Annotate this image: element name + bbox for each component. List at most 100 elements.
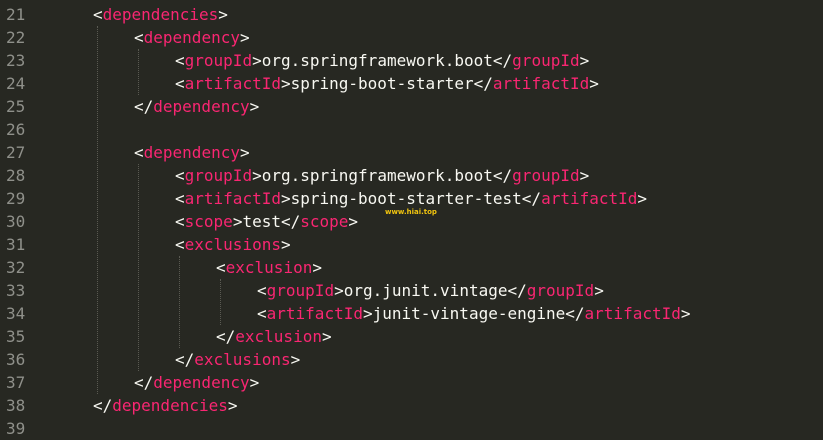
line-number: 25 [6,97,26,116]
xml-bracket: < [134,143,144,162]
line-number: 39 [6,419,26,438]
xml-bracket: > [362,304,373,323]
xml-bracket: > [252,166,262,185]
code-line: 36 </exclusions> [0,348,823,371]
watermark-text: www.hiai.top [385,208,437,216]
code-line: 22 <dependency> [0,26,823,49]
xml-bracket: </ [521,189,542,208]
xml-bracket: > [312,258,322,277]
xml-text-value: spring-boot-starter-test [290,189,522,208]
code-content: <exclusion> [216,256,322,279]
xml-tag-name: dependency [153,97,250,116]
xml-bracket: < [175,212,185,231]
line-number: 28 [6,166,26,185]
code-line: 38 </dependencies> [0,394,823,417]
code-line: 27 <dependency> [0,141,823,164]
xml-tag-name: artifactId [184,74,281,93]
indent-guide [138,164,139,371]
code-line: 35 </exclusion> [0,325,823,348]
code-content: <groupId>org.junit.vintage</groupId> [257,279,604,302]
xml-bracket: > [280,74,291,93]
xml-tag-name: exclusions [194,350,291,369]
xml-bracket: </ [565,304,585,323]
code-content: <artifactId>spring-boot-starter</artifac… [175,72,599,95]
xml-bracket: </ [492,51,513,70]
xml-tag-name: exclusion [235,327,322,346]
xml-bracket: > [321,327,332,346]
xml-bracket: > [594,281,604,300]
xml-bracket: > [280,235,291,254]
xml-bracket: > [227,396,238,415]
xml-tag-name: groupId [512,166,580,185]
xml-bracket: < [257,304,267,323]
xml-text-value: org.springframework.boot [261,51,493,70]
code-content: </dependency> [134,95,259,118]
line-number: 27 [6,143,26,162]
xml-tag-name: artifactId [492,74,590,93]
xml-bracket: > [637,189,648,208]
line-number: 30 [6,212,26,231]
code-line: 23 <groupId>org.springframework.boot</gro… [0,49,823,72]
xml-bracket: < [175,51,185,70]
code-content: <dependency> [134,141,250,164]
code-content: <artifactId>junit-vintage-engine</artifa… [257,302,691,325]
code-content: <groupId>org.springframework.boot</group… [175,164,589,187]
code-content: </dependency> [134,371,259,394]
code-content: <exclusions> [175,233,291,256]
indent-guide [179,256,180,348]
xml-tag-name: groupId [266,281,335,300]
xml-bracket: </ [473,74,493,93]
xml-tag-name: artifactId [584,304,681,323]
xml-bracket: < [175,74,185,93]
code-editor[interactable]: 21 <dependencies> 22 <dependency> 23 <groupId… [0,0,823,438]
xml-bracket: > [348,212,359,231]
xml-bracket: < [216,258,226,277]
line-number: 35 [6,327,26,346]
code-line: 21 <dependencies> [0,3,823,26]
code-content: <scope>test</scope> [175,210,358,233]
code-content: </exclusion> [216,325,332,348]
line-number: 23 [6,51,26,70]
code-line: 24 <artifactId>spring-boot-starter</artif… [0,72,823,95]
line-number: 24 [6,74,26,93]
code-content: </exclusions> [175,348,300,371]
code-line: 39 [0,417,823,440]
line-number: 33 [6,281,26,300]
xml-bracket: > [232,212,243,231]
line-number: 22 [6,28,26,47]
xml-bracket: < [175,235,185,254]
xml-tag-name: artifactId [184,189,281,208]
xml-tag-name: groupId [512,51,580,70]
code-line: 33 <groupId>org.junit.vintage</groupId> [0,279,823,302]
xml-tag-name: groupId [184,51,253,70]
code-line: 31 <exclusions> [0,233,823,256]
xml-bracket: </ [134,97,154,116]
xml-bracket: > [252,51,262,70]
code-line: 32 <exclusion> [0,256,823,279]
line-number: 34 [6,304,26,323]
xml-tag-name: dependencies [102,5,219,24]
xml-bracket: </ [492,166,513,185]
line-number: 38 [6,396,26,415]
code-line: 29 <artifactId>spring-boot-starter-test</… [0,187,823,210]
xml-tag-name: scope [184,212,233,231]
line-number: 21 [6,5,26,24]
code-content: </dependencies> [93,394,238,417]
xml-bracket: </ [216,327,236,346]
code-line: 37 </dependency> [0,371,823,394]
xml-bracket: > [579,51,590,70]
xml-bracket: </ [134,373,154,392]
line-number: 31 [6,235,26,254]
line-number: 26 [6,120,26,139]
line-number: 29 [6,189,26,208]
xml-bracket: > [249,373,260,392]
xml-text-value: org.junit.vintage [343,281,508,300]
xml-tag-name: artifactId [541,189,638,208]
code-line: 26 [0,118,823,141]
xml-bracket: > [579,166,590,185]
line-number: 36 [6,350,26,369]
xml-text-value: test [242,212,281,231]
xml-bracket: < [175,166,185,185]
code-content: <dependency> [134,26,250,49]
xml-bracket: < [257,281,267,300]
